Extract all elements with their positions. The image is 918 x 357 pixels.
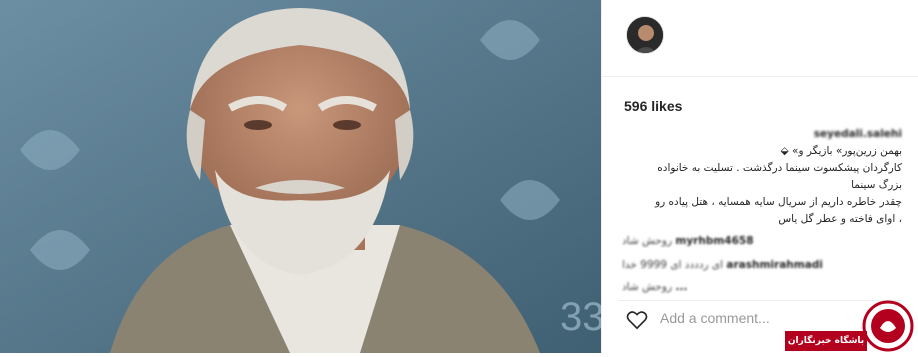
profile-avatar[interactable] [626,16,664,54]
likes-count[interactable]: 596 likes [624,98,682,114]
post-caption: seyedali.salehi بهمن زرین‌پور» بازیگر و»… [612,126,902,228]
add-comment-input[interactable]: Add a comment... [660,310,770,326]
caption-username[interactable]: seyedali.salehi [814,128,902,140]
heart-icon[interactable] [626,310,648,330]
caption-line: ، اوای فاخته و عطر گل یاس [778,213,902,225]
header-divider [602,76,918,77]
caption-line: کارگردان پیشکسوت سینما درگذشت . تسلیت به… [657,162,902,174]
caption-line: بهمن زرین‌پور» بازیگر و» ⬙ [780,145,902,157]
caption-line: بزرگ سینما [851,179,902,191]
comment-text: روحش شاد [622,235,673,247]
post-photo: 33 [0,0,601,353]
comment-item: arashmirahmadi ای ردددد ای 9999 خدا [622,259,902,271]
caption-line: چقدر خاطره داریم از سریال سایه همسایه ، … [655,196,902,208]
comment-item: myrhbm4658 روحش شاد [622,235,902,247]
comment-text: ای ردددد ای 9999 خدا [622,259,724,271]
comment-username[interactable]: ... [675,281,687,293]
comment-username[interactable]: arashmirahmadi [726,259,823,271]
watermark-label: باشگاه خبرنگاران [785,331,867,351]
comment-item: ... روحش شاد [622,281,902,293]
comment-username[interactable]: myrhbm4658 [675,235,753,247]
svg-text:33: 33 [560,295,601,339]
comment-text: روحش شاد [622,281,673,293]
